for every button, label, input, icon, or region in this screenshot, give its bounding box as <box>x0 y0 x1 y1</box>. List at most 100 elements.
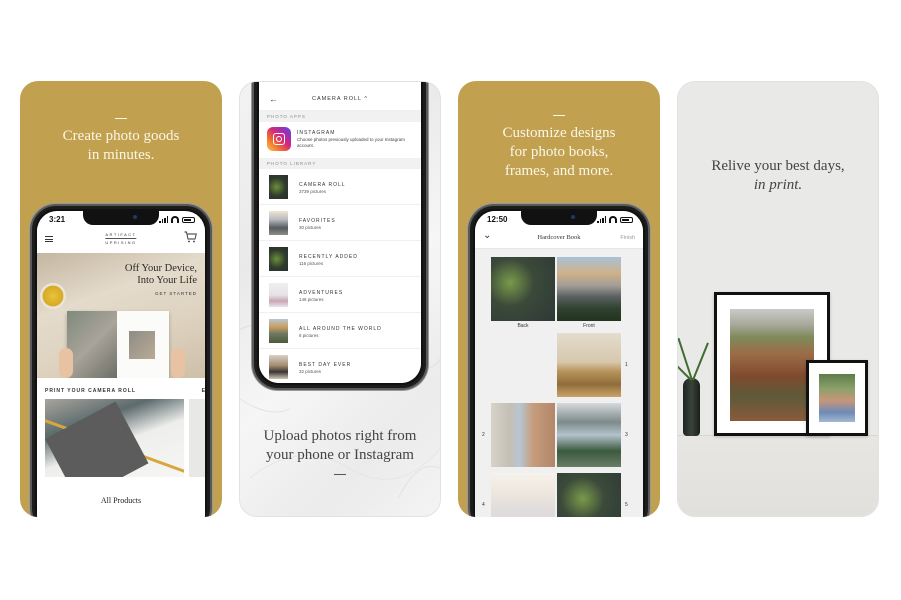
battery-icon <box>620 216 633 223</box>
section-header-photo-library: PHOTO LIBRARY <box>259 158 421 169</box>
panel-caption: Relive your best days, in print. <box>678 157 878 195</box>
screenshot-panel-customize: Customize designs for photo books, frame… <box>458 81 660 517</box>
caption-line: your phone or Instagram <box>266 447 414 463</box>
caption-line: in minutes. <box>87 147 155 163</box>
wifi-icon <box>609 216 617 223</box>
instagram-icon <box>267 127 291 151</box>
album-thumbnail <box>269 247 288 271</box>
source-name: INSTAGRAM <box>297 130 336 136</box>
album-row[interactable]: CAMERA ROLL 3739 pictures <box>259 169 421 205</box>
phone-screen: ← CAMERA ROLL ^ PHOTO APPS INSTAGRAM Cho… <box>259 82 421 383</box>
album-thumbnail <box>269 175 288 199</box>
hero-title-line: Off Your Device, <box>124 263 197 274</box>
page-number: 4 <box>482 502 485 508</box>
album-count: 30 pictures <box>299 225 322 230</box>
album-name: BEST DAY EVER <box>299 362 352 368</box>
app-header: ARTIFACT UPRISING <box>37 227 205 253</box>
next-promo-image[interactable] <box>189 399 205 477</box>
logo-line: ARTIFACT <box>105 232 137 239</box>
caption-dash <box>553 115 565 116</box>
album-row[interactable]: BEST DAY EVER 32 pictures <box>259 349 421 383</box>
album-name: FAVORITES <box>299 218 336 224</box>
editor-nav-bar: ⌄ Hardcover Book Finish <box>475 227 643 249</box>
album-thumbnail <box>269 319 288 343</box>
caption-line: Customize designs <box>502 125 616 141</box>
album-count: 146 pictures <box>299 297 324 302</box>
album-row[interactable]: RECENTLY ADDED 116 pictures <box>259 241 421 277</box>
hero-banner[interactable]: Off Your Device, Into Your Life GET STAR… <box>37 253 205 378</box>
family-photo <box>819 374 855 422</box>
brand-logo[interactable]: ARTIFACT UPRISING <box>105 231 137 246</box>
panel-caption: Upload photos right from your phone or I… <box>240 427 440 483</box>
screenshot-panel-relive: Relive your best days, in print. <box>677 81 879 517</box>
camera-roll-promo-image[interactable] <box>45 399 184 477</box>
section-header-photo-apps: PHOTO APPS <box>259 111 421 122</box>
panel-caption: Create photo goods in minutes. <box>20 118 222 165</box>
shelf <box>678 435 878 516</box>
all-products-heading: All Products <box>100 496 142 505</box>
get-started-link[interactable]: GET STARTED <box>155 291 197 296</box>
page-number: 2 <box>482 432 485 438</box>
hand-image <box>171 348 185 378</box>
hero-title-line: Into Your Life <box>137 275 197 286</box>
phone-notch <box>521 211 597 225</box>
album-nav-bar: ← CAMERA ROLL ^ <box>259 89 421 111</box>
menu-icon[interactable] <box>45 236 53 242</box>
album-name: RECENTLY ADDED <box>299 254 358 260</box>
page-number: 3 <box>625 432 628 438</box>
page-photo[interactable] <box>557 403 621 467</box>
album-thumbnail <box>269 283 288 307</box>
phone-screen: 12:50 ⌄ Hardcover Book Finish Back Front… <box>475 211 643 517</box>
page-photo[interactable] <box>557 473 621 517</box>
page-number: 5 <box>625 502 628 508</box>
plant-leaf <box>692 342 709 381</box>
album-name: CAMERA ROLL <box>299 182 346 188</box>
album-count: 116 pictures <box>299 261 324 266</box>
album-thumbnail <box>269 355 288 379</box>
wifi-icon <box>171 216 179 223</box>
front-cover-label: Front <box>583 323 595 329</box>
album-picker-title[interactable]: CAMERA ROLL ^ <box>259 96 421 102</box>
caption-line-italic: in print. <box>753 177 803 193</box>
album-count: 6 pictures <box>299 333 319 338</box>
phone-frame: ← CAMERA ROLL ^ PHOTO APPS INSTAGRAM Cho… <box>252 82 428 390</box>
page-photo[interactable] <box>491 403 555 467</box>
status-time: 3:21 <box>49 215 66 224</box>
caption-dash <box>115 118 127 119</box>
signal-icon <box>597 216 606 223</box>
flower-plate-image <box>40 283 66 309</box>
page-photo[interactable] <box>557 333 621 397</box>
phone-frame: 3:21 ARTIFACT UPRISING Off Your Device, … <box>30 204 212 517</box>
panel-caption: Customize designs for photo books, frame… <box>458 115 660 181</box>
front-cover-photo[interactable] <box>557 257 621 321</box>
finish-button[interactable]: Finish <box>620 235 635 241</box>
status-time: 12:50 <box>487 215 508 224</box>
cart-icon[interactable] <box>184 231 197 243</box>
caption-line: frames, and more. <box>504 163 614 179</box>
phone-notch <box>83 211 159 225</box>
vase-image <box>683 378 700 436</box>
canyon-photo <box>730 309 814 421</box>
logo-line: UPRISING <box>105 240 137 245</box>
battery-icon <box>182 216 195 223</box>
source-description: Choose photos previously uploaded to you… <box>297 137 405 148</box>
album-row[interactable]: ADVENTURES 146 pictures <box>259 277 421 313</box>
caption-line: Create photo goods <box>62 128 180 144</box>
back-cover-label: Back <box>517 323 529 329</box>
album-row[interactable]: ALL AROUND THE WORLD 6 pictures <box>259 313 421 349</box>
caption-dash <box>334 474 346 475</box>
section-label: PRINT YOUR CAMERA ROLL <box>45 388 136 394</box>
caption-line: Relive your best days, <box>711 158 845 174</box>
page-number: 1 <box>625 362 628 368</box>
screenshot-panel-upload: ← CAMERA ROLL ^ PHOTO APPS INSTAGRAM Cho… <box>239 81 441 517</box>
instagram-source-row[interactable]: INSTAGRAM Choose photos previously uploa… <box>259 122 421 158</box>
phone-screen: 3:21 ARTIFACT UPRISING Off Your Device, … <box>37 211 205 517</box>
back-cover-photo[interactable] <box>491 257 555 321</box>
page-photo[interactable] <box>491 473 555 517</box>
album-row[interactable]: FAVORITES 30 pictures <box>259 205 421 241</box>
section-label-next: E <box>201 388 205 394</box>
hero-title: Off Your Device, Into Your Life <box>125 263 197 287</box>
signal-icon <box>159 216 168 223</box>
caption-line: for photo books, <box>509 144 609 160</box>
editor-title: Hardcover Book <box>537 234 581 241</box>
